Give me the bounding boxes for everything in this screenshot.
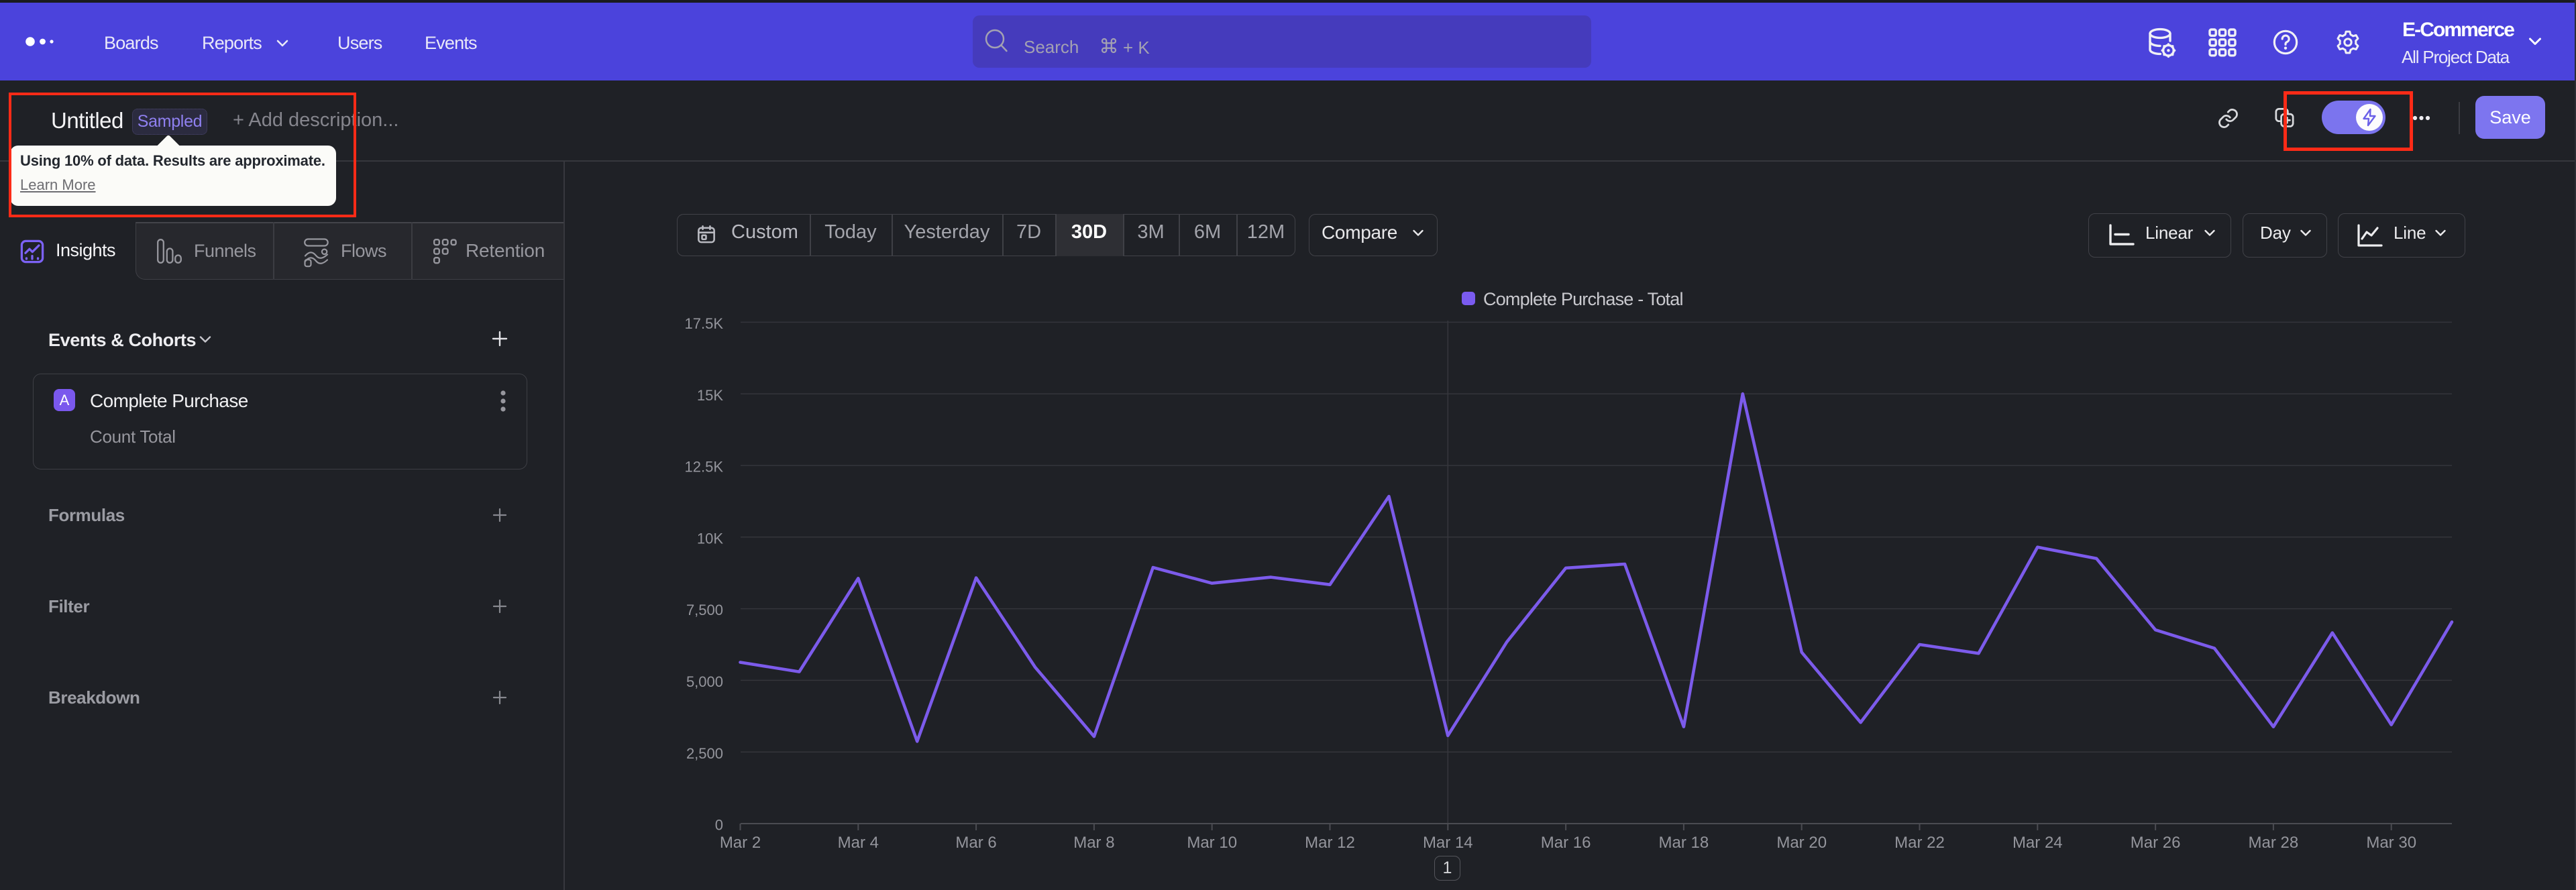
svg-text:Mar 26: Mar 26 xyxy=(2131,834,2181,852)
svg-text:Mar 16: Mar 16 xyxy=(1541,834,1591,852)
svg-text:Mar 10: Mar 10 xyxy=(1187,834,1237,852)
svg-text:5,000: 5,000 xyxy=(686,673,723,690)
svg-text:Mar 2: Mar 2 xyxy=(720,834,761,852)
svg-text:Mar 22: Mar 22 xyxy=(1894,834,1945,852)
svg-text:Mar 12: Mar 12 xyxy=(1305,834,1355,852)
svg-text:15K: 15K xyxy=(697,387,723,404)
svg-text:10K: 10K xyxy=(697,531,723,547)
svg-text:Mar 8: Mar 8 xyxy=(1073,834,1114,852)
svg-text:Mar 6: Mar 6 xyxy=(955,834,996,852)
svg-text:Mar 18: Mar 18 xyxy=(1659,834,1709,852)
svg-text:Mar 24: Mar 24 xyxy=(2012,834,2063,852)
svg-text:17.5K: 17.5K xyxy=(685,315,724,332)
svg-text:Mar 14: Mar 14 xyxy=(1423,834,1473,852)
svg-text:2,500: 2,500 xyxy=(686,745,723,762)
svg-text:12.5K: 12.5K xyxy=(685,459,724,476)
svg-text:7,500: 7,500 xyxy=(686,602,723,618)
svg-text:Mar 20: Mar 20 xyxy=(1776,834,1827,852)
svg-text:Mar 30: Mar 30 xyxy=(2366,834,2416,852)
svg-text:Mar 28: Mar 28 xyxy=(2249,834,2299,852)
svg-text:0: 0 xyxy=(715,817,723,834)
svg-text:Mar 4: Mar 4 xyxy=(838,834,879,852)
